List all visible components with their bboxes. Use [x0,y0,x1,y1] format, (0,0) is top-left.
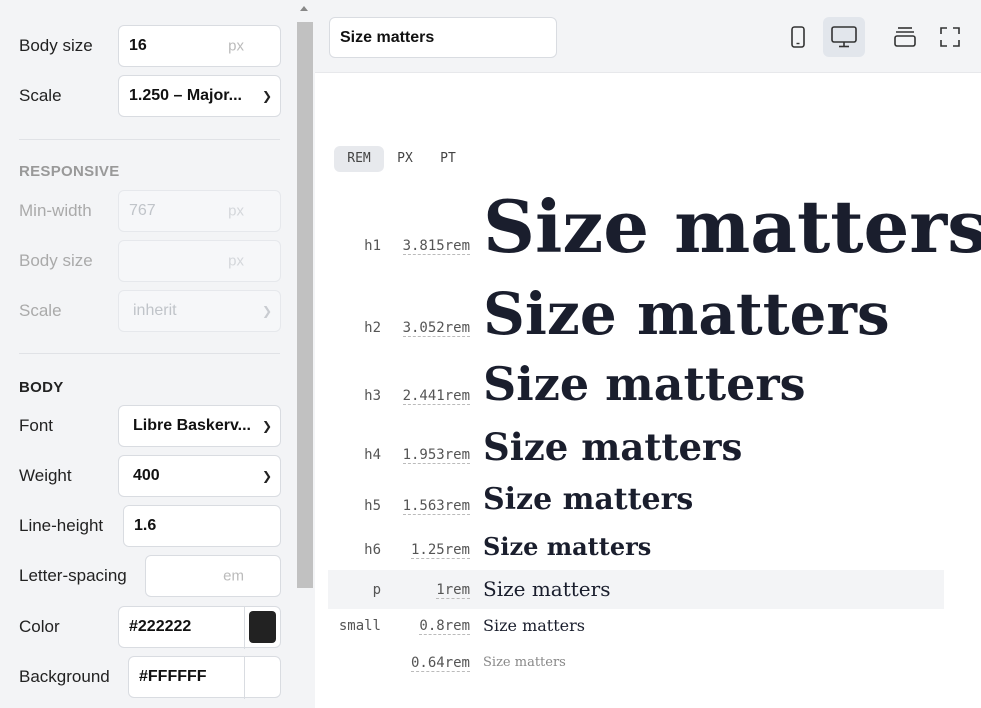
chevron-down-icon: ❯ [261,304,272,318]
sample-text-h3: Size matters [483,357,806,411]
preview-text-input[interactable]: Size matters [329,17,557,58]
tag-label: p [372,582,381,598]
mobile-icon [791,26,805,48]
line-height-row: Line-height 1.6 [0,505,297,547]
fullscreen-button[interactable] [929,17,971,57]
background-row: Background #FFFFFF [0,656,297,699]
background-swatch [249,661,276,693]
body-section-title: BODY [19,379,64,396]
background-swatch-button[interactable] [244,657,280,699]
layers-button[interactable] [884,17,926,57]
chevron-down-icon: ❯ [261,469,272,483]
sample-text-h5: Size matters [483,482,694,517]
weight-label: Weight [19,466,72,485]
size-value: 0.8rem [419,618,470,635]
scale-row: Scale 1.250 – Major... ❯ [0,75,297,117]
font-select[interactable]: Libre Baskerv... ❯ [118,405,281,447]
tag-label: h4 [364,447,381,463]
letter-spacing-input[interactable]: em [145,555,281,597]
color-label: Color [19,617,60,636]
tag-label: h5 [364,498,381,514]
body-size-row: Body size 16 px [0,25,297,67]
body-size-label: Body size [19,36,93,55]
weight-row: Weight 400 ❯ [0,455,297,497]
color-input[interactable]: #222222 [118,606,281,649]
type-scale-row-small: small 0.8rem Size matters [328,615,944,641]
tag-label: small [338,618,381,634]
sample-text-small: Size matters [483,616,585,635]
tab-rem[interactable]: REM [334,146,384,172]
min-width-label: Min-width [19,201,92,220]
responsive-body-size-label: Body size [19,251,93,270]
sidebar-scrollbar-thumb[interactable] [297,22,313,588]
weight-select[interactable]: 400 ❯ [118,455,281,497]
line-height-input[interactable]: 1.6 [123,505,281,547]
scroll-up-arrow-icon[interactable] [300,6,308,11]
sample-text-xsmall: Size matters [483,655,566,670]
min-width-input[interactable]: 767 px [118,190,281,232]
size-value: 1.563rem [402,498,470,515]
responsive-body-size-row: Body size px [0,240,297,282]
sample-text-h1: Size matters [483,184,981,269]
min-width-row: Min-width 767 px [0,190,297,232]
type-scale-row-h4: h4 1.953rem Size matters [328,425,944,469]
sample-text-p: Size matters [483,577,611,601]
responsive-scale-label: Scale [19,301,62,320]
line-height-label: Line-height [19,516,104,535]
layers-icon [894,27,916,47]
desktop-icon [831,26,857,48]
letter-spacing-label: Letter-spacing [19,566,127,585]
size-value: 1.25rem [410,542,470,559]
responsive-scale-row: Scale inherit ❯ [0,290,297,332]
tag-label: h6 [364,542,381,558]
settings-sidebar: Body size 16 px Scale 1.250 – Major... ❯… [0,0,297,708]
size-value: 1.953rem [402,447,470,464]
responsive-section-title: RESPONSIVE [19,163,120,180]
chevron-down-icon: ❯ [261,89,272,103]
divider [19,353,280,354]
type-scale-row-xsmall: 0.64rem Size matters [328,652,944,676]
chevron-down-icon: ❯ [261,419,272,433]
size-value: 0.64rem [410,655,470,672]
tab-px[interactable]: PX [390,146,420,172]
tab-pt[interactable]: PT [432,146,464,172]
color-swatch [249,611,276,643]
size-value: 1rem [436,582,470,599]
letter-spacing-row: Letter-spacing em [0,555,297,597]
sample-text-h4: Size matters [483,425,743,469]
type-scale-row-p: p 1rem Size matters [328,570,944,609]
type-scale-row-h2: h2 3.052rem Size matters [328,280,944,348]
font-label: Font [19,416,54,435]
desktop-view-button[interactable] [823,17,865,57]
scale-label: Scale [19,86,62,105]
type-scale-row-h6: h6 1.25rem Size matters [328,532,944,562]
scale-select[interactable]: 1.250 – Major... ❯ [118,75,281,117]
sample-text-h2: Size matters [483,280,890,348]
fullscreen-icon [940,27,960,47]
tag-label: h1 [364,238,381,254]
background-input[interactable]: #FFFFFF [128,656,281,699]
divider [19,139,280,140]
size-value: 2.441rem [402,388,470,405]
size-value: 3.052rem [402,320,470,337]
font-row: Font Libre Baskerv... ❯ [0,405,297,447]
body-size-input[interactable]: 16 px [118,25,281,67]
size-value: 3.815rem [402,238,470,255]
background-label: Background [19,667,110,686]
responsive-scale-select[interactable]: inherit ❯ [118,290,281,332]
type-scale-row-h5: h5 1.563rem Size matters [328,482,944,517]
tag-label: h2 [364,320,381,336]
color-row: Color #222222 [0,606,297,649]
type-scale-row-h1: h1 3.815rem Size matters [328,184,981,270]
type-scale-row-h3: h3 2.441rem Size matters [328,357,944,411]
sample-text-h6: Size matters [483,532,652,561]
color-swatch-button[interactable] [244,607,280,649]
mobile-view-button[interactable] [777,17,819,57]
responsive-body-size-input[interactable]: px [118,240,281,282]
tag-label: h3 [364,388,381,404]
